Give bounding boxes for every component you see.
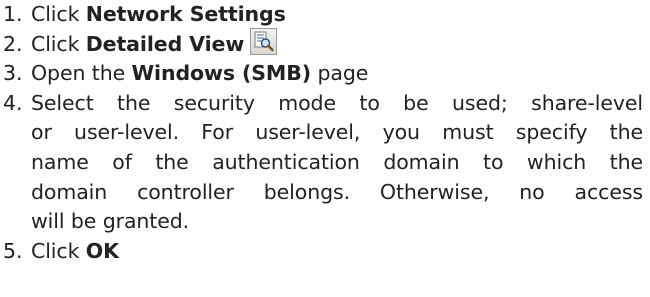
step-4-line-4: domain controller belongs. Otherwise, no… — [31, 179, 643, 204]
step-5: 5. Click OK — [3, 237, 643, 267]
step-text: Click Network Settings — [31, 0, 643, 30]
step-text-plain: page — [311, 61, 369, 86]
step-text-plain: Click — [31, 31, 86, 56]
step-text-plain: Click — [31, 2, 86, 26]
step-text-plain: Click — [31, 238, 86, 263]
step-text: Click OK — [31, 237, 643, 267]
step-4-line-5: will be granted. — [31, 209, 190, 234]
step-2: 2. Click Detailed View — [3, 28, 643, 60]
network-settings-label: Network Settings — [85, 2, 286, 26]
step-number: 2. — [3, 31, 23, 56]
step-1: 1. Click Network Settings — [3, 0, 643, 30]
detailed-view-icon — [250, 28, 278, 56]
step-text: Click Detailed View — [31, 28, 643, 60]
instruction-steps: 1. Click Network Settings 2. Click Detai… — [3, 0, 643, 266]
step-4-line-1: Select the security mode to be used; sha… — [31, 90, 643, 115]
step-text: Open the Windows (SMB) page — [31, 59, 643, 89]
detailed-view-icon-graphic — [254, 31, 274, 52]
step-number: 3. — [3, 61, 23, 86]
step-number: 4. — [3, 90, 23, 115]
step-number: 1. — [3, 2, 23, 26]
step-4-line-2: or user-level. For user-level, you must … — [31, 120, 643, 145]
windows-smb-label: Windows (SMB) — [131, 61, 312, 86]
step-3: 3. Open the Windows (SMB) page — [3, 59, 643, 89]
ok-label: OK — [85, 238, 119, 263]
step-4: 4. Select the security mode to be used; … — [3, 89, 643, 237]
detailed-view-label: Detailed View — [85, 31, 245, 56]
step-4-line-3: name of the authentication domain to whi… — [31, 149, 643, 174]
step-number: 5. — [3, 238, 23, 263]
step-text-plain: Open the — [31, 61, 132, 86]
step-text: Select the security mode to be used; sha… — [31, 89, 643, 237]
